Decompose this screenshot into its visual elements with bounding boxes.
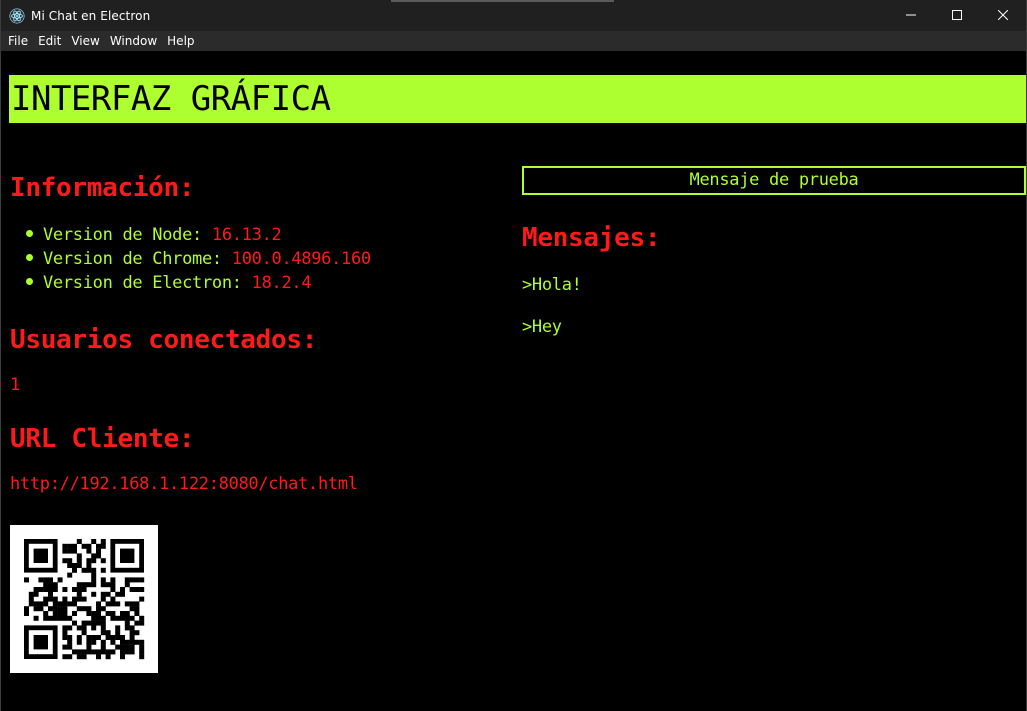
messages-heading: Mensajes: (522, 223, 661, 253)
menu-bar: File Edit View Window Help (1, 31, 1026, 51)
minimize-icon (906, 9, 916, 23)
info-panel: Información: Version de Node: 16.13.2 Ve… (10, 171, 510, 495)
list-item: Version de Chrome: 100.0.4896.160 (26, 247, 510, 271)
bullet-icon (26, 253, 33, 261)
electron-icon (9, 8, 25, 24)
app-window: Mi Chat en Electron File Edit View Windo… (0, 0, 1027, 711)
client-url-heading: URL Cliente: (10, 424, 195, 454)
client-url: http://192.168.1.122:8080/chat.html (10, 474, 358, 494)
menu-help[interactable]: Help (162, 31, 199, 51)
users-count: 1 (10, 375, 20, 395)
title-bar[interactable]: Mi Chat en Electron (1, 0, 1026, 31)
version-label: Version de Node: (43, 225, 202, 245)
maximize-icon (952, 9, 962, 23)
window-controls (888, 0, 1026, 31)
bullet-icon (26, 277, 33, 285)
version-list: Version de Node: 16.13.2 Version de Chro… (10, 223, 510, 295)
menu-file[interactable]: File (3, 31, 33, 51)
qr-code (10, 525, 158, 673)
version-value: 18.2.4 (251, 273, 312, 293)
page-title: INTERFAZ GRÁFICA (9, 75, 1026, 123)
message-item: >Hola! (522, 275, 582, 295)
menu-window[interactable]: Window (105, 31, 162, 51)
info-heading: Información: (10, 173, 195, 203)
version-label: Version de Electron: (43, 273, 242, 293)
minimize-button[interactable] (888, 0, 934, 31)
version-label: Version de Chrome: (43, 249, 222, 269)
menu-view[interactable]: View (66, 31, 104, 51)
message-input[interactable]: Mensaje de prueba (522, 166, 1026, 195)
maximize-button[interactable] (934, 0, 980, 31)
users-heading: Usuarios conectados: (10, 325, 318, 355)
messages-panel: Mensajes: >Hola! >Hey (522, 221, 1022, 338)
version-value: 100.0.4896.160 (231, 249, 371, 269)
bullet-icon (26, 229, 33, 237)
page-content: INTERFAZ GRÁFICA Información: Version de… (1, 51, 1026, 711)
title-bar-accent (391, 0, 614, 2)
window-title: Mi Chat en Electron (31, 8, 151, 23)
version-value: 16.13.2 (211, 225, 282, 245)
close-button[interactable] (980, 0, 1026, 31)
message-item: >Hey (522, 317, 562, 337)
list-item: Version de Node: 16.13.2 (26, 223, 510, 247)
close-icon (997, 9, 1009, 23)
list-item: Version de Electron: 18.2.4 (26, 271, 510, 295)
menu-edit[interactable]: Edit (33, 31, 66, 51)
